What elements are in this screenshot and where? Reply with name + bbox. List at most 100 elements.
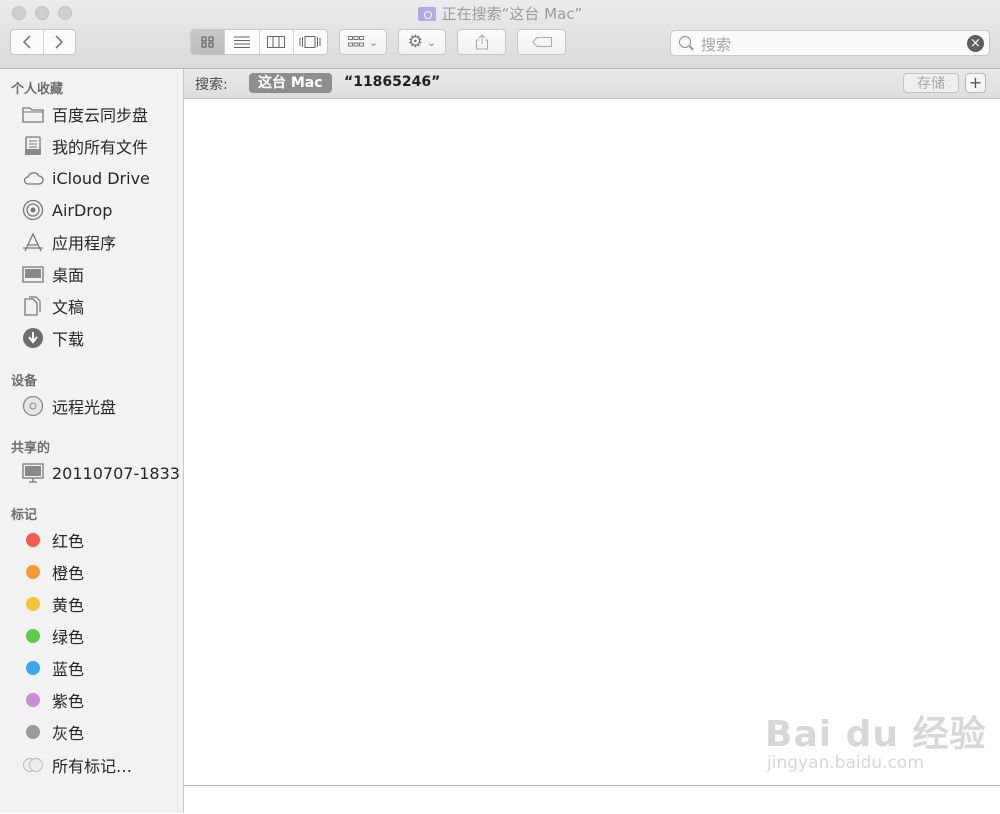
scope-label: 搜索: [195,77,228,93]
sidebar-item-shared-computer[interactable]: 20110707-1833 [0,458,183,488]
sidebar: 个人收藏 百度云同步盘 我的所有文件 iCloud Drive AirDrop [0,69,184,813]
add-criteria-button[interactable]: + [965,73,986,93]
baidu-watermark: Bai du 经验 jingyan.baidu.com [765,705,987,773]
disc-icon [22,395,44,417]
sidebar-item-label: 绿色 [52,628,85,647]
finder-window: 正在搜索“这台 Mac” ⌄ ⚙ ⌄ 搜索 × 个人收藏 百度云同步盘 我的所有… [0,0,1000,814]
tag-dot-icon [22,657,44,679]
share-button[interactable] [457,29,506,55]
sidebar-section-tags: 标记 [11,508,38,523]
computer-icon [22,462,44,484]
window-title-area: 正在搜索“这台 Mac” [0,3,1000,24]
column-view-button[interactable] [260,30,294,54]
chevron-down-icon: ⌄ [368,35,379,49]
sidebar-item-label: 所有标记… [52,757,133,776]
all-tags-icon [22,754,44,776]
sidebar-item-airdrop[interactable]: AirDrop [0,195,183,225]
sidebar-item-label: 桌面 [52,266,85,285]
documents-icon [22,295,44,317]
search-field[interactable]: 搜索 × [670,30,990,56]
column-view-icon [267,36,286,48]
share-icon [475,34,488,50]
sidebar-tag-gray[interactable]: 灰色 [0,717,183,747]
sidebar-item-label: 应用程序 [52,234,117,253]
sidebar-item-documents[interactable]: 文稿 [0,291,183,321]
sidebar-item-baidu-sync[interactable]: 百度云同步盘 [0,99,183,129]
sidebar-tag-blue[interactable]: 蓝色 [0,653,183,683]
view-mode-control [190,29,328,55]
sidebar-tag-red[interactable]: 红色 [0,525,183,555]
sidebar-item-remote-disc[interactable]: 远程光盘 [0,391,183,421]
sidebar-item-icloud-drive[interactable]: iCloud Drive [0,163,183,193]
sidebar-item-label: 灰色 [52,724,85,743]
search-results-area[interactable] [184,99,1000,785]
sidebar-item-label: iCloud Drive [52,168,150,188]
sidebar-item-label: 下载 [52,330,85,349]
sidebar-item-label: 蓝色 [52,660,85,679]
clear-search-button[interactable]: × [967,35,984,52]
navigation-buttons [10,29,76,55]
airdrop-icon [22,199,44,221]
sidebar-item-downloads[interactable]: 下载 [0,323,183,353]
sidebar-item-label: 远程光盘 [52,398,117,417]
title-toolbar: 正在搜索“这台 Mac” ⌄ ⚙ ⌄ 搜索 × [0,0,1000,69]
list-view-icon [233,36,250,48]
icon-view-icon [201,36,214,48]
smart-folder-icon [417,7,436,21]
sidebar-item-applications[interactable]: 应用程序 [0,227,183,257]
sidebar-item-label: 我的所有文件 [52,138,149,157]
tag-dot-icon [22,625,44,647]
coverflow-view-button[interactable] [294,30,327,54]
icon-view-button[interactable] [191,30,226,54]
tag-dot-icon [22,689,44,711]
folder-icon [22,103,44,125]
back-button[interactable] [11,30,44,54]
chevron-down-icon: ⌄ [427,35,437,49]
sidebar-tag-yellow[interactable]: 黄色 [0,589,183,619]
path-bar [184,785,1000,814]
coverflow-view-icon [299,36,321,48]
download-icon [22,327,44,349]
sidebar-tag-green[interactable]: 绿色 [0,621,183,651]
chevron-left-icon [22,35,31,49]
watermark-main: Bai du 经验 [765,714,987,755]
scope-this-mac-button[interactable]: 这台 Mac [249,73,332,93]
tag-button[interactable] [517,29,566,55]
tag-dot-icon [22,593,44,615]
sidebar-item-desktop[interactable]: 桌面 [0,259,183,289]
window-title: 正在搜索“这台 Mac” [441,5,583,23]
tag-icon [531,37,552,47]
sidebar-tag-purple[interactable]: 紫色 [0,685,183,715]
list-view-button[interactable] [225,30,260,54]
tag-dot-icon [22,529,44,551]
save-search-button[interactable]: 存储 [903,73,959,93]
sidebar-item-label: 黄色 [52,596,85,615]
sidebar-item-label: 20110707-1833 [52,463,180,483]
chevron-right-icon [55,35,64,49]
sidebar-item-label: AirDrop [52,200,113,220]
sidebar-item-label: 紫色 [52,692,85,711]
search-scope-bar: 搜索: 这台 Mac “11865246” 存储 + [184,69,1000,99]
scope-query-button[interactable]: “11865246” [344,74,440,90]
desktop-icon [22,263,44,285]
sidebar-section-shared: 共享的 [11,441,51,456]
sidebar-item-label: 橙色 [52,564,85,583]
arrange-grid-icon [347,36,364,47]
sidebar-item-all-files[interactable]: 我的所有文件 [0,131,183,161]
tag-dot-icon [22,721,44,743]
sidebar-section-favorites: 个人收藏 [11,82,64,97]
tag-dot-icon [22,561,44,583]
all-files-icon [22,135,44,157]
sidebar-item-label: 文稿 [52,298,85,317]
search-placeholder: 搜索 [701,36,732,54]
arrange-button[interactable]: ⌄ [339,29,387,55]
gear-icon: ⚙ [407,32,424,52]
sidebar-all-tags[interactable]: 所有标记… [0,750,183,780]
search-icon [679,36,691,48]
sidebar-item-label: 百度云同步盘 [52,106,149,125]
sidebar-section-devices: 设备 [11,374,38,389]
sidebar-tag-orange[interactable]: 橙色 [0,557,183,587]
forward-button[interactable] [44,30,76,54]
sidebar-item-label: 红色 [52,532,85,551]
action-button[interactable]: ⚙ ⌄ [398,29,446,55]
